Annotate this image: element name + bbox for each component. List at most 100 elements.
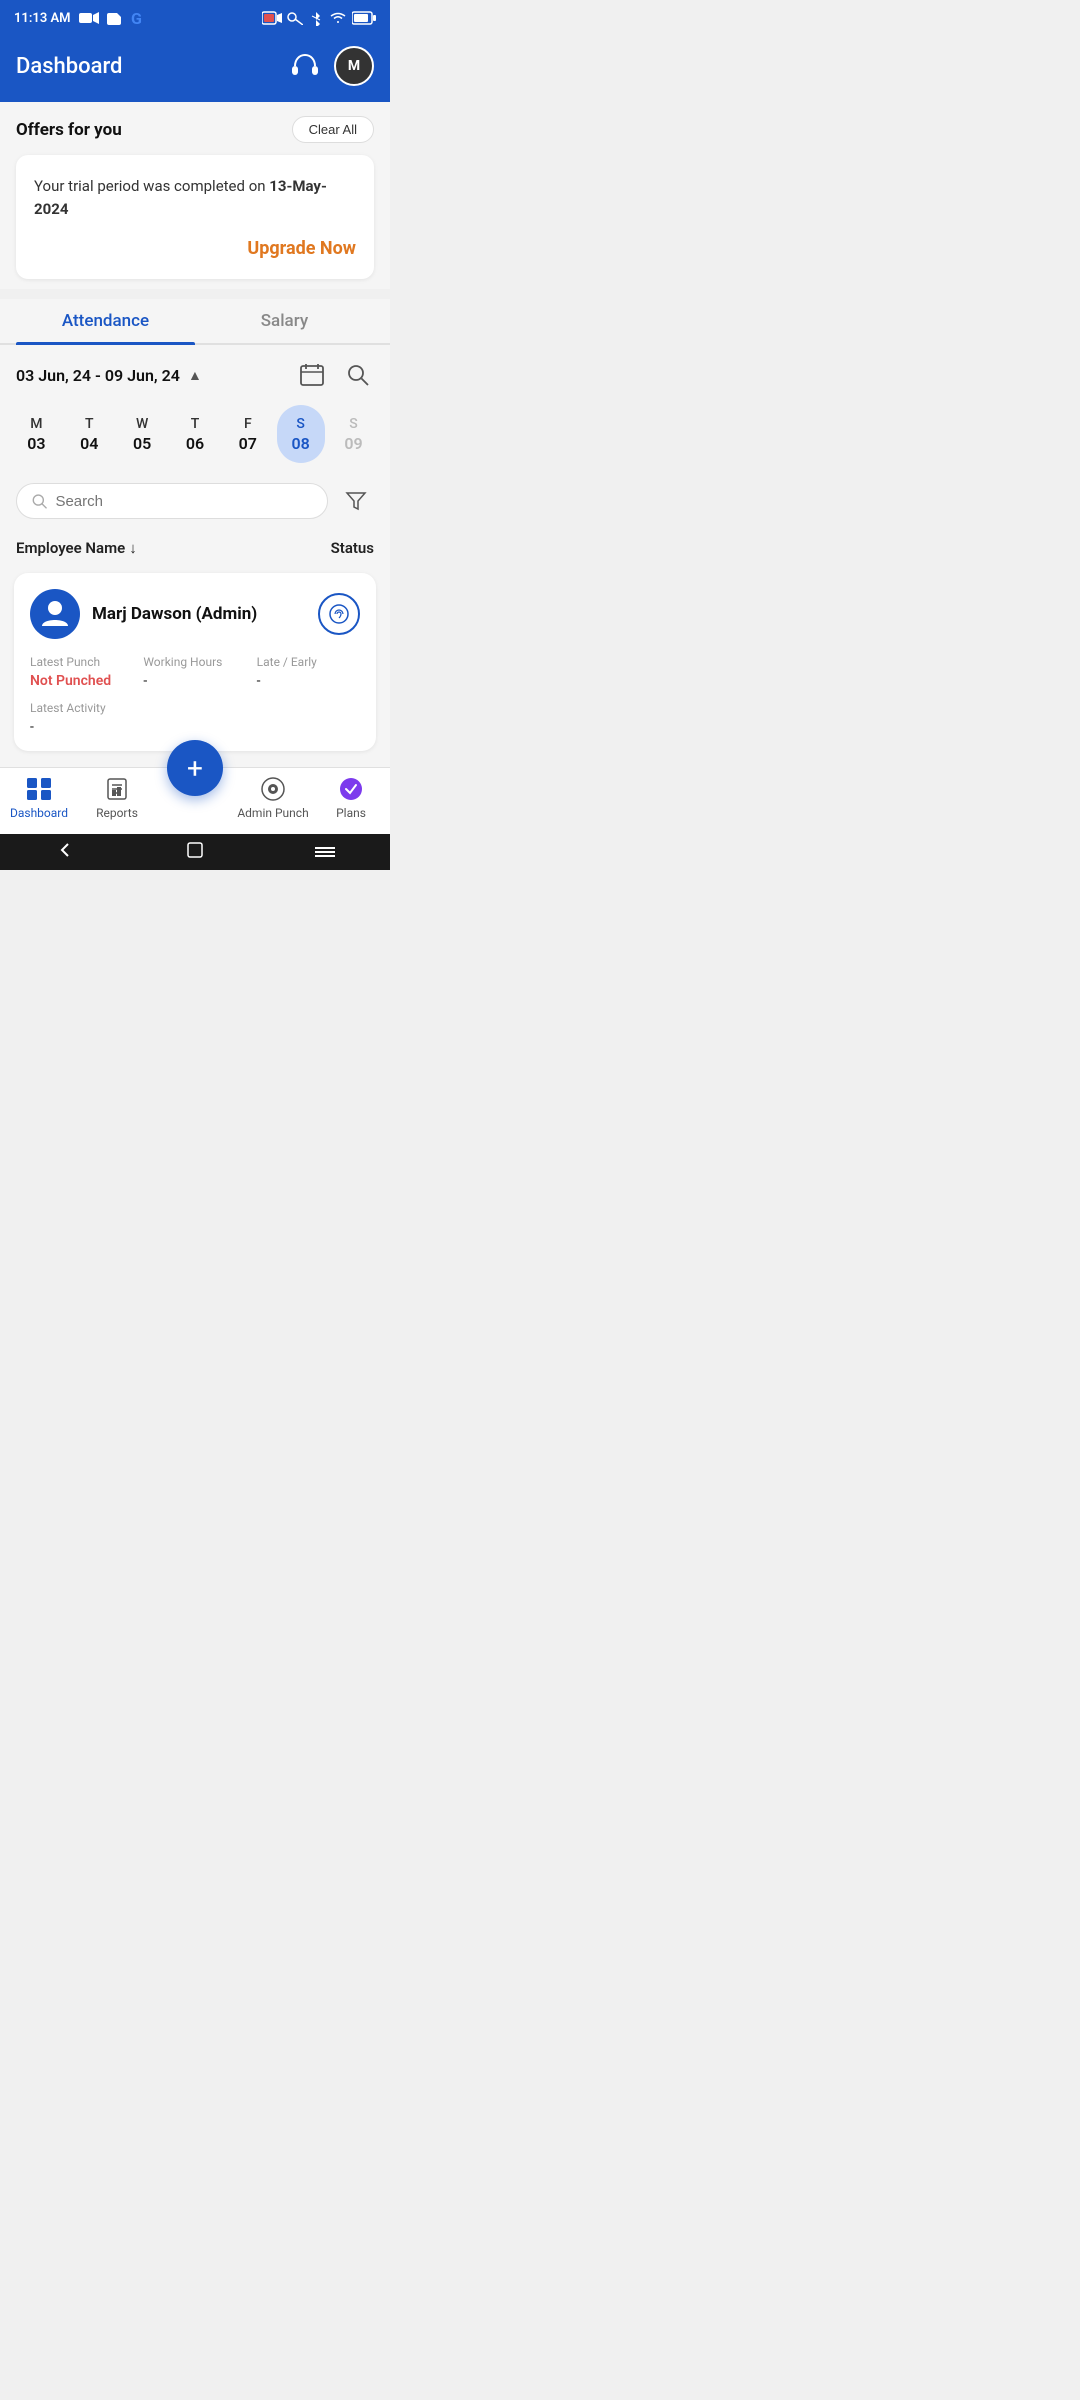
nav-label-plans: Plans	[336, 806, 366, 820]
day-letter: S	[296, 416, 304, 432]
key-icon	[287, 11, 303, 25]
working-hours-value: -	[143, 673, 246, 689]
nav-item-dashboard[interactable]: Dashboard	[0, 776, 78, 820]
nav-label-dashboard: Dashboard	[10, 806, 68, 820]
bottom-nav: + Dashboard Reports	[0, 767, 390, 834]
latest-activity-value: -	[30, 719, 360, 735]
tab-attendance[interactable]: Attendance	[16, 299, 195, 343]
search-icon-header[interactable]	[342, 359, 374, 391]
tabs-container: Attendance Salary	[0, 299, 390, 345]
clear-all-button[interactable]: Clear All	[292, 116, 374, 143]
calendar-icon[interactable]	[296, 359, 328, 391]
nav-item-reports[interactable]: Reports	[78, 776, 156, 820]
offers-header: Offers for you Clear All	[16, 116, 374, 143]
day-letter: T	[85, 416, 94, 432]
system-nav	[0, 834, 390, 870]
record-icon	[262, 10, 282, 26]
chevron-up-icon: ▲	[188, 367, 202, 384]
day-item-sun[interactable]: S 09	[329, 405, 377, 463]
employee-list: Marj Dawson (Admin) Latest Punch Not Pun…	[0, 567, 390, 767]
day-item-wed[interactable]: W 05	[118, 405, 166, 463]
offer-card: Your trial period was completed on 13-Ma…	[16, 155, 374, 279]
day-item-tue[interactable]: T 04	[65, 405, 113, 463]
day-letter: T	[191, 416, 200, 432]
date-range-text[interactable]: 03 Jun, 24 - 09 Jun, 24 ▲	[16, 366, 202, 385]
page-title: Dashboard	[16, 54, 122, 79]
svg-text:G: G	[131, 9, 142, 27]
offer-message: Your trial period was completed on	[34, 177, 269, 195]
fab-button[interactable]: +	[167, 740, 223, 796]
nav-item-plans[interactable]: Plans	[312, 776, 390, 820]
employee-name-col-header[interactable]: Employee Name ↓	[16, 539, 137, 557]
date-range-label: 03 Jun, 24 - 09 Jun, 24	[16, 366, 180, 385]
employee-name: Marj Dawson (Admin)	[92, 604, 257, 624]
headset-icon[interactable]	[288, 49, 322, 83]
employee-card: Marj Dawson (Admin) Latest Punch Not Pun…	[14, 573, 376, 751]
search-input-wrap	[16, 483, 328, 519]
day-num: 03	[27, 434, 45, 453]
battery-icon	[352, 11, 376, 25]
late-early-value: -	[257, 673, 360, 689]
admin-punch-icon	[260, 776, 286, 802]
day-num: 08	[292, 434, 310, 453]
day-item-fri[interactable]: F 07	[224, 405, 272, 463]
header-icons: M	[288, 46, 374, 86]
filter-button[interactable]	[338, 483, 374, 519]
time-display: 11:13 AM	[14, 11, 71, 26]
day-selector: M 03 T 04 W 05 T 06 F 07 S 08 S 09	[0, 399, 390, 477]
status-col-header: Status	[331, 539, 374, 557]
day-num: 05	[133, 434, 151, 453]
fingerprint-button[interactable]	[318, 593, 360, 635]
late-early-label: Late / Early	[257, 655, 360, 669]
dashboard-icon	[26, 776, 52, 802]
status-icons	[262, 10, 376, 26]
day-num: 09	[344, 434, 362, 453]
latest-punch-value: Not Punched	[30, 673, 133, 689]
search-icon	[31, 492, 47, 510]
date-icons	[296, 359, 374, 391]
late-early-col: Late / Early -	[257, 655, 360, 689]
day-letter: M	[30, 416, 42, 432]
tab-salary[interactable]: Salary	[195, 299, 374, 343]
day-item-sat[interactable]: S 08	[277, 405, 325, 463]
day-num: 04	[80, 434, 98, 453]
app-header: Dashboard M	[0, 36, 390, 102]
google-icon: G	[131, 9, 149, 27]
back-button[interactable]	[55, 840, 75, 865]
nav-label-admin-punch: Admin Punch	[237, 806, 308, 820]
offers-section: Offers for you Clear All Your trial peri…	[0, 102, 390, 289]
avatar[interactable]: M	[334, 46, 374, 86]
status-time: 11:13 AM G	[14, 9, 149, 27]
wifi-icon	[329, 11, 347, 25]
table-header: Employee Name ↓ Status	[0, 531, 390, 567]
working-hours-label: Working Hours	[143, 655, 246, 669]
latest-activity-label: Latest Activity	[30, 701, 360, 715]
latest-punch-col: Latest Punch Not Punched	[30, 655, 133, 689]
day-letter: W	[136, 416, 148, 432]
reports-icon	[104, 776, 130, 802]
card-name-row: Marj Dawson (Admin)	[30, 589, 257, 639]
upgrade-btn-row: Upgrade Now	[34, 238, 356, 259]
employee-avatar	[30, 589, 80, 639]
upgrade-now-button[interactable]: Upgrade Now	[247, 238, 356, 259]
offer-text: Your trial period was completed on 13-Ma…	[34, 175, 356, 220]
latest-punch-label: Latest Punch	[30, 655, 133, 669]
plans-icon	[338, 776, 364, 802]
video-icon	[79, 11, 99, 25]
card-top: Marj Dawson (Admin)	[30, 589, 360, 639]
day-num: 07	[239, 434, 257, 453]
nav-label-reports: Reports	[96, 806, 138, 820]
menu-button[interactable]	[315, 842, 335, 863]
offers-title: Offers for you	[16, 120, 122, 140]
search-row	[0, 477, 390, 531]
day-item-mon[interactable]: M 03	[12, 405, 60, 463]
latest-activity-section: Latest Activity -	[30, 701, 360, 735]
nav-item-admin-punch[interactable]: Admin Punch	[234, 776, 312, 820]
bluetooth-icon	[308, 10, 324, 26]
search-input[interactable]	[55, 493, 313, 510]
home-button[interactable]	[185, 840, 205, 865]
date-range-row: 03 Jun, 24 - 09 Jun, 24 ▲	[0, 345, 390, 399]
day-num: 06	[186, 434, 204, 453]
working-hours-col: Working Hours -	[143, 655, 246, 689]
day-item-thu[interactable]: T 06	[171, 405, 219, 463]
